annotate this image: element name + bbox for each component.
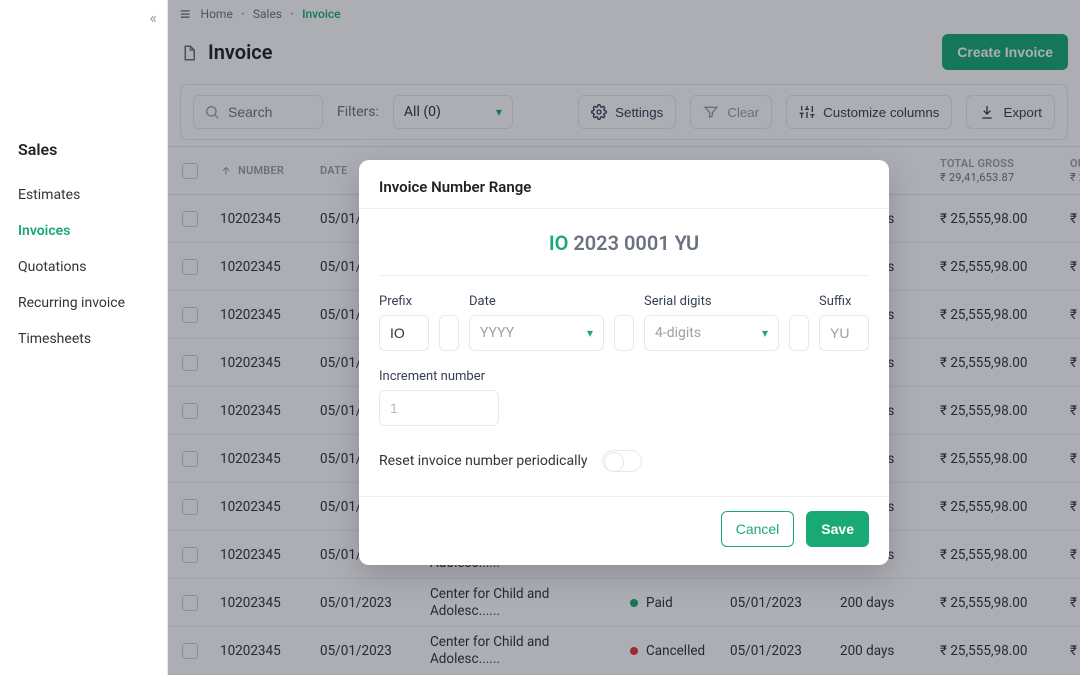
modal-scrim[interactable]: Invoice Number Range IO 2023 0001 YU Pre… — [168, 0, 1080, 675]
date-select[interactable]: YYYY ▾ — [469, 315, 604, 351]
cancel-button[interactable]: Cancel — [721, 511, 795, 547]
main: ≡ Home • Sales • Invoice Invoice Create … — [168, 0, 1080, 675]
sidebar-item[interactable]: Timesheets — [0, 321, 167, 357]
label-suffix: Suffix — [819, 294, 869, 309]
label-serial: Serial digits — [644, 294, 779, 309]
label-prefix: Prefix — [379, 294, 429, 309]
serial-placeholder: 4-digits — [655, 325, 701, 341]
sidebar-item[interactable]: Recurring invoice — [0, 285, 167, 321]
label-reset: Reset invoice number periodically — [379, 453, 588, 469]
sidebar-collapse-icon[interactable]: « — [149, 8, 157, 27]
modal-title: Invoice Number Range — [379, 178, 869, 196]
reset-periodically-toggle[interactable] — [602, 450, 642, 472]
chevron-down-icon: ▾ — [762, 326, 768, 340]
sidebar-item[interactable]: Invoices — [0, 213, 167, 249]
separator-box[interactable] — [614, 315, 634, 351]
label-date: Date — [469, 294, 604, 309]
invoice-number-range-modal: Invoice Number Range IO 2023 0001 YU Pre… — [359, 160, 889, 565]
increment-input[interactable] — [379, 390, 499, 426]
separator-box[interactable] — [789, 315, 809, 351]
sidebar: « Sales EstimatesInvoicesQuotationsRecur… — [0, 0, 168, 675]
label-increment: Increment number — [379, 369, 499, 384]
preview-prefix: IO — [549, 231, 569, 255]
save-button[interactable]: Save — [806, 511, 869, 547]
preview-rest: 2023 0001 YU — [568, 231, 699, 255]
modal-preview: IO 2023 0001 YU — [359, 209, 889, 265]
sidebar-item[interactable]: Estimates — [0, 177, 167, 213]
suffix-input[interactable] — [819, 315, 869, 351]
prefix-input[interactable] — [379, 315, 429, 351]
separator-box[interactable] — [439, 315, 459, 351]
chevron-down-icon: ▾ — [587, 326, 593, 340]
date-placeholder: YYYY — [480, 325, 514, 341]
sidebar-item[interactable]: Quotations — [0, 249, 167, 285]
serial-digits-select[interactable]: 4-digits ▾ — [644, 315, 779, 351]
sidebar-section-title: Sales — [0, 10, 167, 177]
